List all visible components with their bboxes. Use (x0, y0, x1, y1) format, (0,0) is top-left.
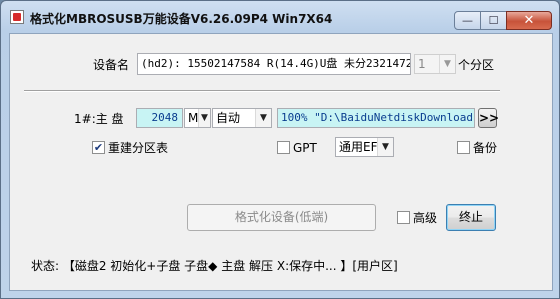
format-device-label: 格式化设备(低端) (234, 210, 329, 224)
chevron-down-icon: ▼ (439, 55, 455, 73)
ef-value: 通用EF (339, 140, 378, 154)
ef-select[interactable]: 通用EF ▼ (335, 137, 394, 157)
device-field[interactable]: (hd2): 15502147584 R(14.4G)U盘 未分2321472K… (137, 53, 411, 75)
stop-label: 终止 (458, 210, 483, 224)
app-window: 格式化MBROSUSB万能设备V6.26.09P4 Win7X64 — ☐ ✕ … (0, 0, 560, 299)
chevron-down-icon: ▼ (377, 138, 393, 156)
browse-button[interactable]: >> (478, 108, 500, 128)
divider (24, 90, 500, 92)
partition-count-value: 1 (418, 57, 426, 71)
stop-button[interactable]: 终止 (446, 204, 496, 231)
browse-icon: >> (479, 111, 500, 125)
maximize-icon: ☐ (488, 14, 499, 27)
format-device-button[interactable]: 格式化设备(低端) (187, 204, 376, 231)
backup-label: 备份 (473, 141, 498, 155)
app-icon (10, 10, 24, 24)
gpt-checkbox[interactable] (277, 141, 290, 154)
rebuild-partition-label: 重建分区表 (108, 141, 169, 155)
minimize-icon: — (462, 14, 473, 27)
chevron-down-icon: ▼ (198, 109, 210, 127)
advanced-checkbox[interactable] (397, 211, 410, 224)
image-path-input[interactable]: 100% "D:\BaiduNetdiskDownload... (277, 108, 475, 128)
main-panel: 设备名 (hd2): 15502147584 R(14.4G)U盘 未分2321… (9, 33, 553, 291)
maximize-button[interactable]: ☐ (480, 11, 507, 30)
backup-checkbox[interactable] (457, 141, 470, 154)
advanced-label: 高级 (413, 211, 438, 225)
window-title: 格式化MBROSUSB万能设备V6.26.09P4 Win7X64 (30, 12, 333, 26)
filesystem-value: 自动 (216, 111, 241, 125)
device-label: 设备名 (93, 58, 130, 72)
partition-size-input[interactable]: 2048 (136, 108, 183, 128)
close-button[interactable]: ✕ (506, 11, 552, 30)
status-bar: 状态: 【磁盘2 初始化+子盘 子盘◆ 主盘 解压 X:保存中... 】[用户区… (31, 259, 398, 273)
filesystem-select[interactable]: 自动 ▼ (212, 108, 272, 128)
partition-count-select[interactable]: 1 ▼ (414, 54, 456, 74)
chevron-down-icon: ▼ (255, 109, 271, 127)
partition-count-suffix: 个分区 (458, 58, 495, 72)
size-unit-value: M (188, 111, 199, 125)
partition-row-label: 1#:主 盘 (74, 112, 124, 126)
size-unit-select[interactable]: M ▼ (184, 108, 211, 128)
gpt-label: GPT (293, 141, 317, 155)
rebuild-partition-checkbox[interactable]: ✔ (92, 141, 105, 154)
minimize-button[interactable]: — (454, 11, 481, 30)
close-icon: ✕ (523, 13, 535, 28)
title-bar[interactable]: 格式化MBROSUSB万能设备V6.26.09P4 Win7X64 — ☐ ✕ (1, 1, 559, 33)
